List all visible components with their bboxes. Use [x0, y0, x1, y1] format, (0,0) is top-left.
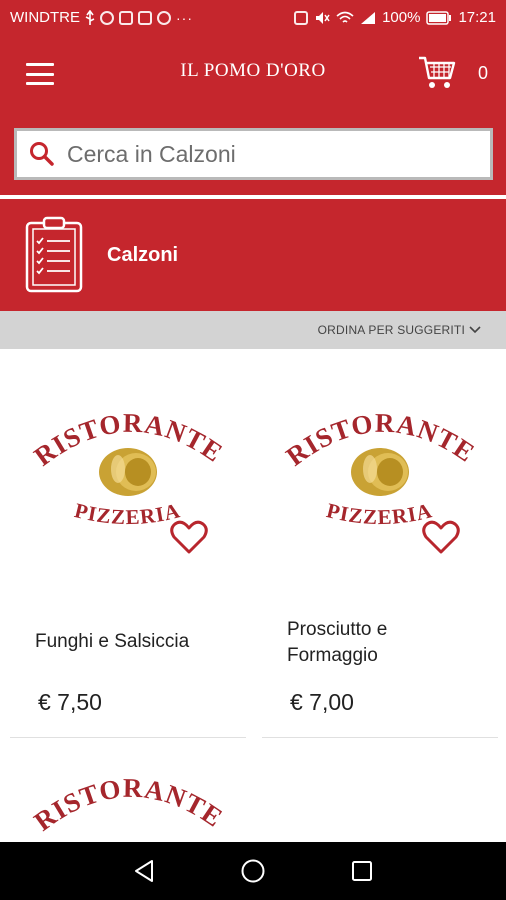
home-icon[interactable] [238, 856, 268, 886]
more-icon: ··· [176, 9, 193, 26]
search-section [0, 113, 506, 195]
messenger-icon [157, 10, 171, 25]
cart-count-badge: 0 [477, 63, 488, 83]
logo-text-bottom: PIZZERIA [72, 498, 183, 529]
card-divider [10, 737, 246, 738]
product-card[interactable]: RISTORANTE PIZZERIA Funghi e Salsiccia €… [10, 349, 246, 739]
product-name: Funghi e Salsiccia [35, 631, 190, 652]
product-image: RISTORANTE PIZZERIA [10, 349, 246, 579]
logo-text-bottom: PIZZERIA [324, 498, 435, 529]
product-image: RISTORANTE [10, 769, 246, 842]
sort-dropdown[interactable]: ORDINA PER SUGGERITI [0, 311, 506, 349]
product-grid: RISTORANTE PIZZERIA Funghi e Salsiccia €… [0, 349, 506, 842]
product-price: € 7,50 [38, 689, 102, 715]
wifi-icon [336, 11, 354, 23]
category-header: Calzoni [0, 199, 506, 311]
product-price: € 7,00 [290, 689, 354, 715]
sort-label: ORDINA PER SUGGERITI [317, 323, 465, 337]
signal-icon [361, 11, 376, 24]
recents-icon[interactable] [347, 856, 377, 886]
facebook-icon [100, 10, 114, 25]
product-card[interactable]: RISTORANTE PIZZERIA Prosciutto e Formagg… [262, 349, 498, 739]
search-input[interactable] [67, 140, 467, 168]
favorite-heart-icon[interactable] [170, 519, 208, 555]
category-title: Calzoni [107, 244, 179, 266]
status-bar: WINDTRE ··· 100% 17:21 [0, 0, 506, 35]
search-box[interactable] [14, 128, 493, 180]
carrier-label: WINDTRE [10, 9, 80, 26]
battery-icon [426, 10, 452, 25]
calendar-icon [119, 10, 133, 25]
search-icon [17, 131, 67, 177]
clipboard-checklist-icon [24, 215, 84, 293]
product-name: Prosciutto e Formaggio [287, 619, 388, 666]
product-image: RISTORANTE PIZZERIA [262, 349, 498, 579]
system-nav-bar [0, 842, 506, 900]
app-bar: IL POMO D'ORO 0 [0, 35, 506, 113]
cart-icon[interactable] [418, 55, 456, 91]
back-icon[interactable] [129, 856, 159, 886]
logo-text-top: RISTORANTE [29, 773, 229, 837]
time-label: 17:21 [458, 9, 496, 26]
nfc-icon [294, 10, 309, 25]
instagram-icon [138, 10, 152, 25]
mute-icon [316, 11, 330, 24]
card-divider [262, 737, 498, 738]
favorite-heart-icon[interactable] [422, 519, 460, 555]
battery-label: 100% [382, 9, 421, 26]
usb-icon [85, 9, 95, 25]
product-card[interactable]: RISTORANTE [10, 769, 246, 842]
chevron-down-icon [469, 326, 481, 334]
